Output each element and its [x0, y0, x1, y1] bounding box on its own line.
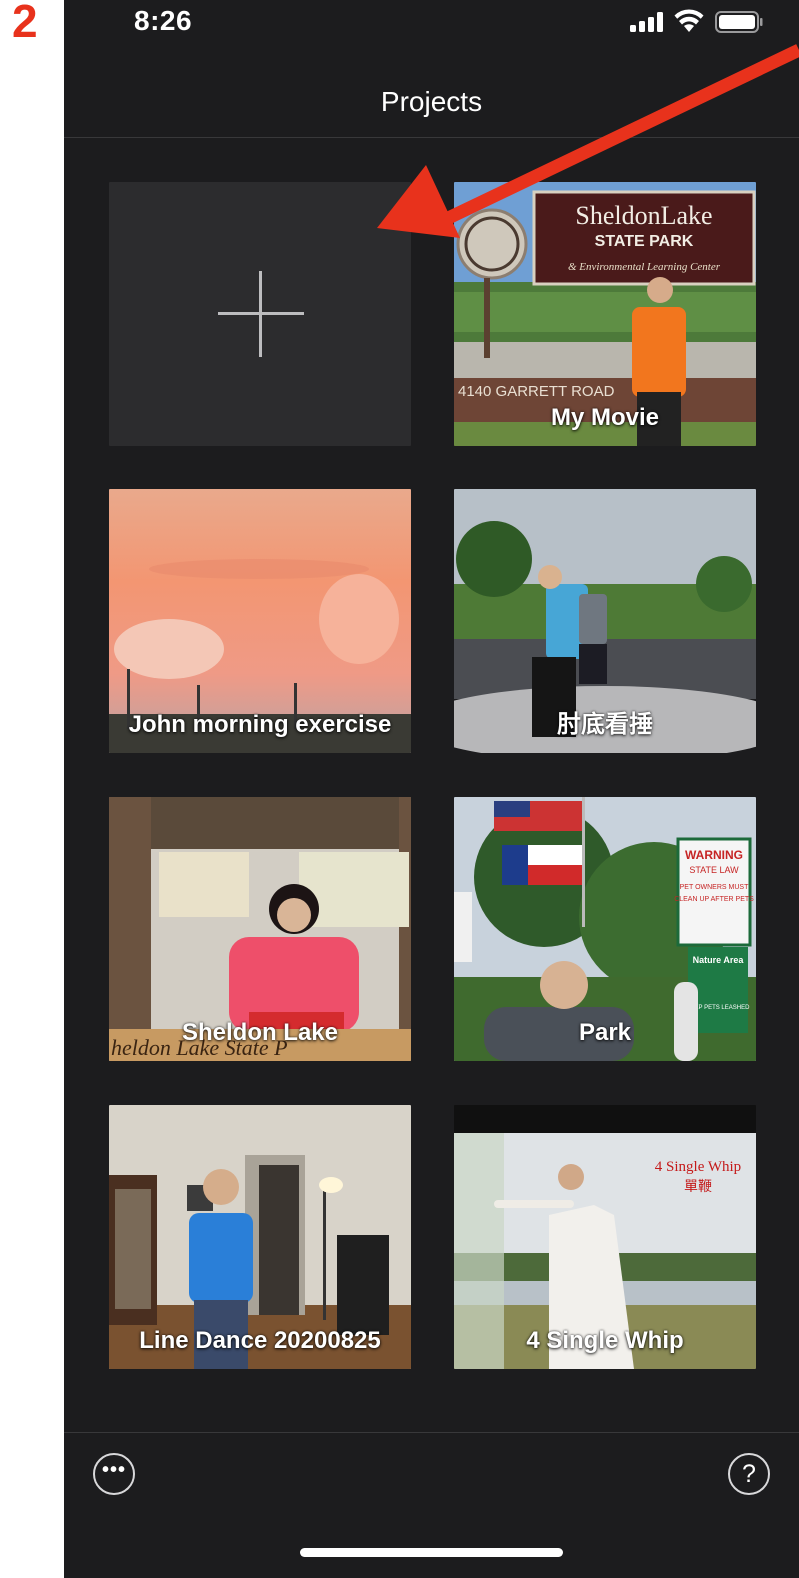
- help-button[interactable]: ?: [728, 1453, 770, 1495]
- project-tile-john-morning-exercise[interactable]: John morning exercise: [109, 489, 411, 753]
- project-tile-my-movie[interactable]: SheldonLake STATE PARK & Environmental L…: [454, 182, 756, 446]
- project-tile-park[interactable]: WARNING STATE LAW PET OWNERS MUST CLEAN …: [454, 797, 756, 1061]
- project-tile-line-dance-20200825[interactable]: Line Dance 20200825: [109, 1105, 411, 1369]
- new-project-button[interactable]: [109, 182, 411, 446]
- svg-text:SheldonLake: SheldonLake: [575, 201, 712, 230]
- status-time: 8:26: [134, 5, 193, 36]
- svg-text:PET OWNERS MUST: PET OWNERS MUST: [680, 884, 749, 891]
- project-tile-sheldon-lake[interactable]: heldon Lake State P Sheldon Lake: [109, 797, 411, 1061]
- svg-text:4140 GARRETT ROAD: 4140 GARRETT ROAD: [458, 383, 615, 400]
- svg-text:STATE LAW: STATE LAW: [689, 865, 739, 875]
- phone-screen: 8:26 Projects SheldonLake STATE PARK & E…: [64, 0, 799, 1578]
- status-bar: 8:26: [64, 0, 799, 44]
- project-title: My Movie: [550, 404, 660, 431]
- svg-text:STATE PARK: STATE PARK: [595, 233, 694, 250]
- svg-text:4 Single Whip: 4 Single Whip: [655, 1159, 741, 1175]
- project-title: Sheldon Lake: [181, 1019, 339, 1046]
- wifi-icon: [674, 9, 704, 32]
- navigation-bar: Projects: [64, 44, 799, 138]
- page-title: Projects: [380, 86, 483, 117]
- project-tile-4-single-whip[interactable]: 4 Single Whip 單鞭 4 Single Whip: [454, 1105, 756, 1369]
- svg-text:單鞭: 單鞭: [684, 1179, 712, 1195]
- project-title: 肘底看捶: [557, 711, 653, 738]
- project-tile-zhou-di-kan-chui[interactable]: 肘底看捶: [454, 489, 756, 753]
- svg-text:Nature Area: Nature Area: [693, 955, 745, 965]
- project-title: John morning exercise: [128, 711, 392, 738]
- project-title: Line Dance 20200825: [139, 1327, 381, 1354]
- cellular-signal-icon: [630, 12, 664, 32]
- step-number-annotation: 2: [12, 0, 38, 47]
- more-options-button[interactable]: •••: [93, 1453, 135, 1495]
- home-indicator[interactable]: [300, 1548, 563, 1557]
- battery-icon: [715, 11, 763, 33]
- project-title: Park: [578, 1019, 632, 1046]
- svg-text:CLEAN UP AFTER PETS: CLEAN UP AFTER PETS: [674, 896, 754, 903]
- svg-text:WARNING: WARNING: [685, 848, 743, 862]
- svg-text:& Environmental Learning Cente: & Environmental Learning Center: [568, 261, 721, 273]
- project-title: 4 Single Whip: [526, 1327, 684, 1354]
